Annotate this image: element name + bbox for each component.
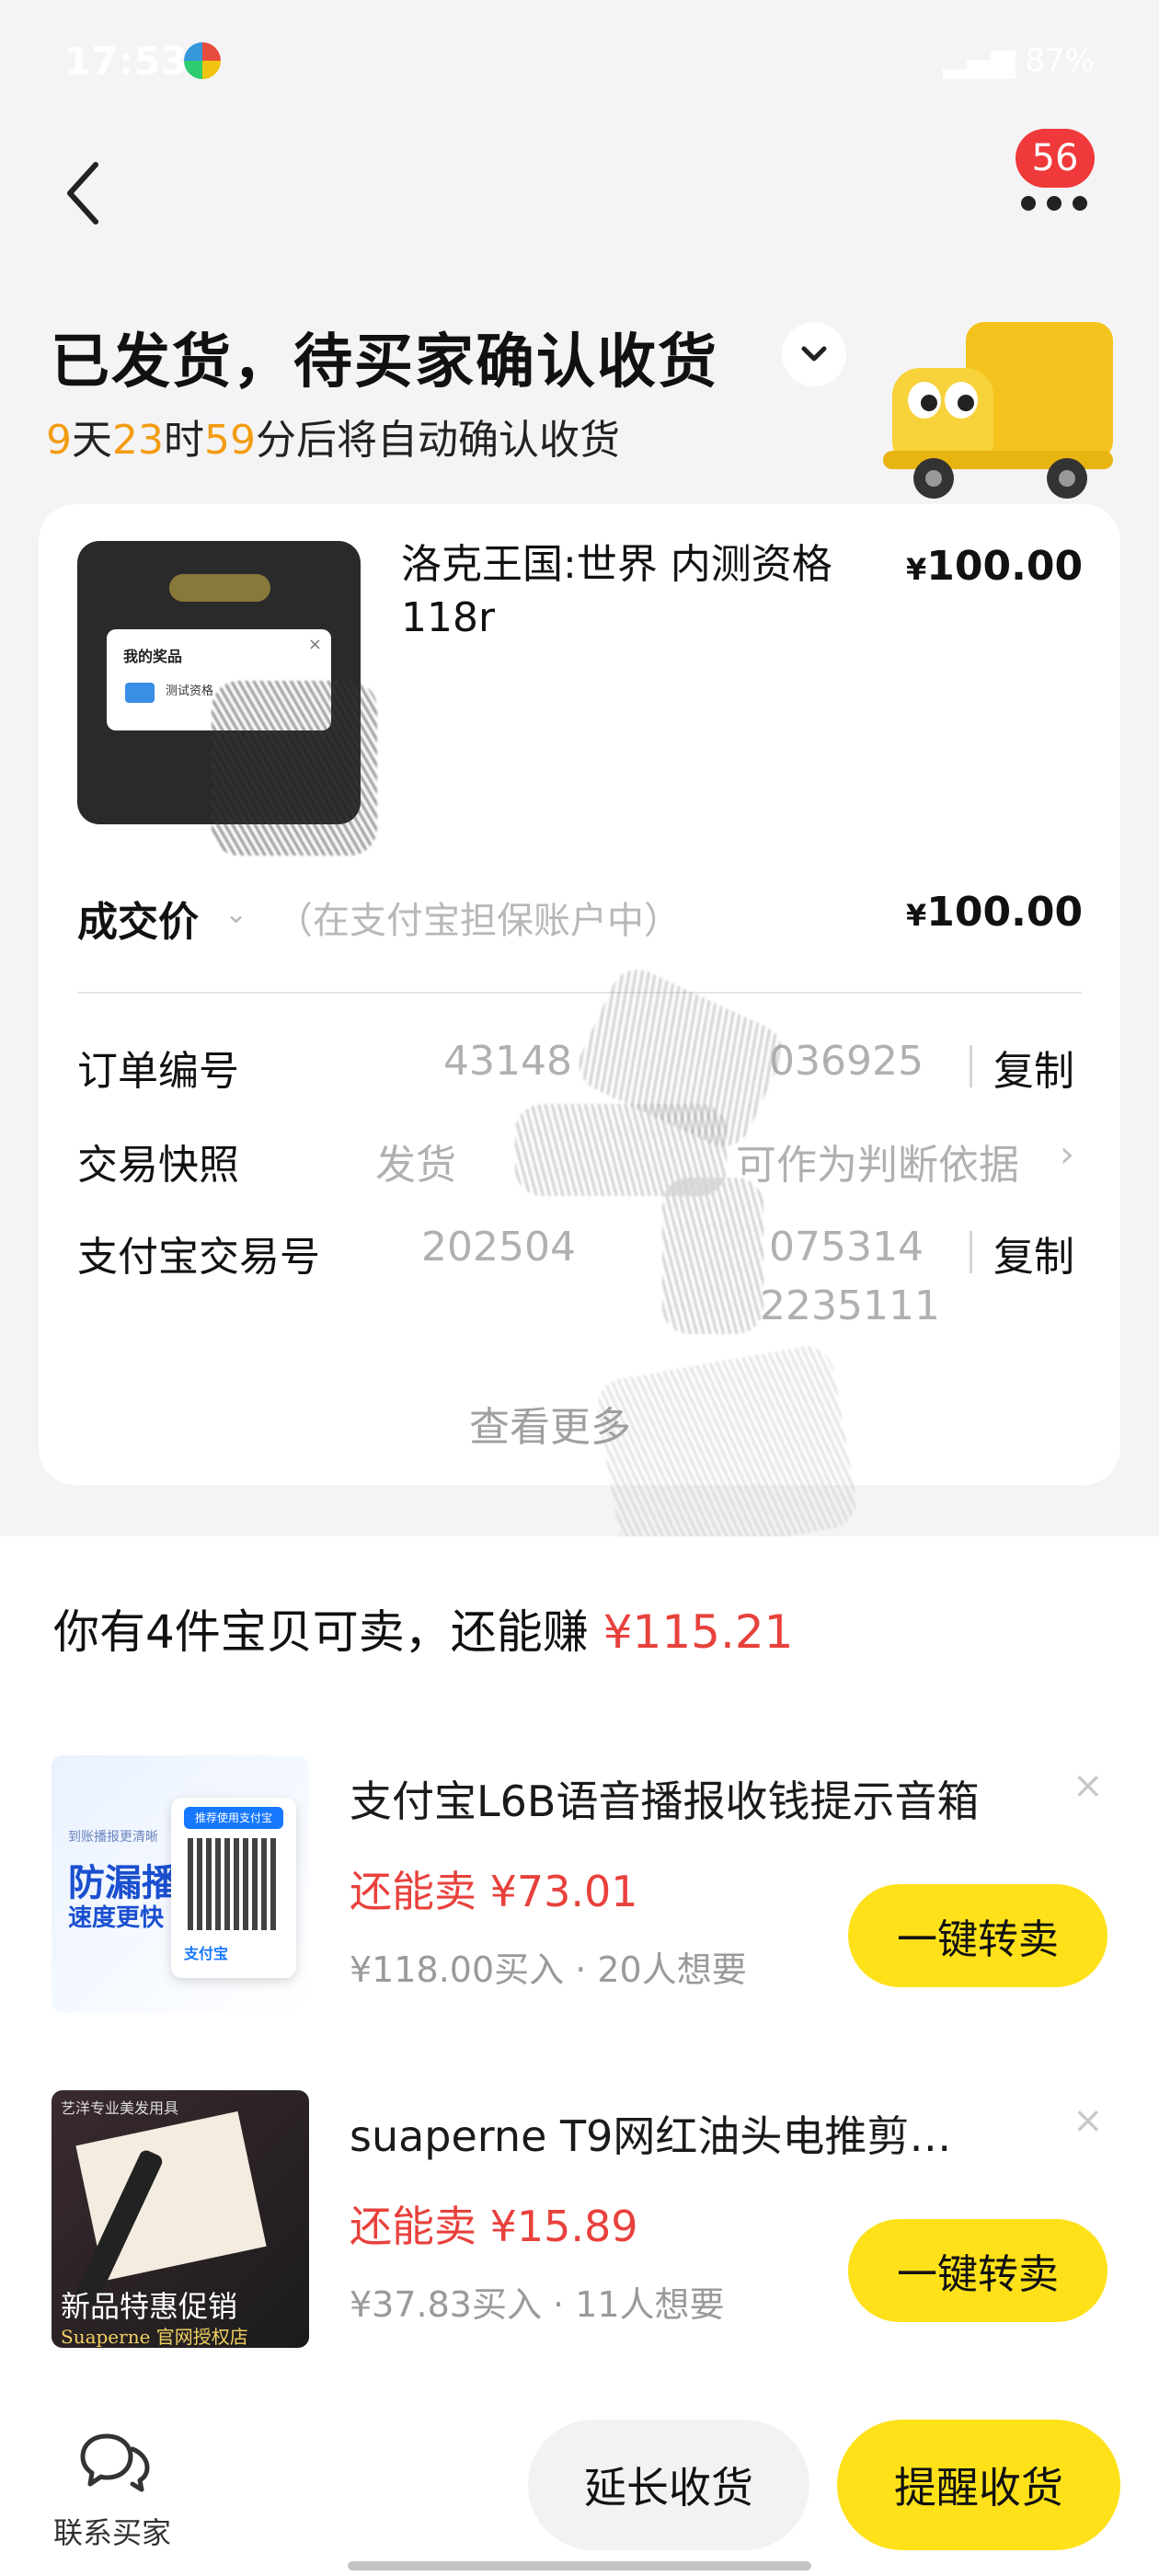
product-name[interactable]: 洛克王国:世界 内测资格118r — [401, 538, 861, 645]
resell-item-title[interactable]: 支付宝L6B语音播报收钱提示音箱 — [350, 1768, 1012, 1829]
status-bar: 17:53 ▂▄▆ 87% — [0, 0, 1159, 124]
separator — [970, 1231, 972, 1273]
alipay-trade-number-line2: 2235111 — [760, 1282, 940, 1329]
back-arrow-icon — [67, 162, 98, 224]
resell-item-meta: ¥37.83买入 · 11人想要 — [350, 2284, 725, 2325]
signal-icon: ▂▄▆ — [943, 42, 1026, 79]
resell-item-price: 还能卖 ¥15.89 — [350, 2202, 638, 2251]
chat-bubble-icon — [80, 2433, 150, 2492]
battery-indicator: ▂▄▆ 87% — [943, 42, 1095, 79]
resell-item-thumbnail[interactable]: 艺洋专业美发用具 新品特惠促销 Suaperne 官网授权店 — [52, 2090, 309, 2348]
status-expand-button[interactable] — [782, 322, 846, 386]
copy-alipay-number-button[interactable]: 复制 — [993, 1224, 1074, 1282]
product-price: ¥100.00 — [906, 543, 1084, 590]
dismiss-close-icon[interactable]: × — [1073, 2099, 1104, 2142]
redaction-mark — [592, 1341, 861, 1566]
deal-price-label[interactable]: 成交价 — [77, 889, 199, 948]
resell-item-meta: ¥118.00买入 · 20人想要 — [350, 1949, 747, 1990]
contact-buyer-button[interactable]: 联系买家 — [50, 2429, 188, 2550]
thumb-caption: 到账播报更清晰 — [68, 1830, 158, 1845]
order-number-value: 43148 — [443, 1038, 572, 1085]
alipay-trade-number-value-tail: 075314 — [769, 1224, 924, 1271]
alipay-trade-number-label: 支付宝交易号 — [77, 1234, 320, 1281]
battery-level: 87% — [1025, 42, 1095, 79]
order-number-label: 订单编号 — [77, 1048, 239, 1095]
thumb-dialog-text: 测试资格 — [166, 684, 214, 698]
divider — [77, 992, 1082, 994]
ticket-icon — [125, 683, 155, 703]
contact-buyer-label: 联系买家 — [53, 2515, 172, 2550]
status-time: 17:53 — [64, 39, 188, 84]
more-dots-icon — [1021, 196, 1087, 211]
qr-code-icon — [188, 1838, 280, 1930]
trade-snapshot-value-tail[interactable]: 可作为判断依据 — [736, 1132, 1019, 1190]
order-number-value-tail: 036925 — [769, 1038, 924, 1085]
speaker-device-image: 推荐使用支付宝 支付宝 — [171, 1798, 296, 1978]
chevron-right-icon[interactable]: › — [1060, 1133, 1074, 1176]
thumb-dialog-title: 我的奖品 — [123, 648, 183, 665]
home-indicator[interactable] — [348, 2561, 811, 2570]
copy-order-number-button[interactable]: 复制 — [993, 1038, 1074, 1097]
extend-receipt-button[interactable]: 延长收货 — [528, 2420, 809, 2550]
app-notification-icon — [184, 42, 221, 79]
thumb-claim-button — [169, 574, 270, 602]
thumb-promo: 新品特惠促销 — [61, 2289, 238, 2324]
resell-item-title[interactable]: suaperne T9网红油头电推剪… — [350, 2103, 1012, 2164]
thumb-subline: 速度更快 — [68, 1904, 165, 1932]
thumb-device-foot: 支付宝 — [184, 1945, 229, 1962]
trade-snapshot-label: 交易快照 — [77, 1142, 239, 1189]
escrow-note: （在支付宝担保账户中） — [276, 900, 681, 942]
trade-snapshot-value[interactable]: 发货 — [375, 1132, 456, 1190]
thumb-close-icon: × — [307, 635, 322, 654]
message-count-badge: 56 — [1016, 129, 1095, 188]
chevron-down-icon — [801, 346, 827, 362]
thumb-shop: Suaperne 官网授权店 — [61, 2326, 248, 2348]
resell-item-thumbnail[interactable]: 到账播报更清晰 防漏播 速度更快 推荐使用支付宝 支付宝 — [52, 1755, 309, 2013]
deal-chevron-down-icon[interactable]: ⌄ — [224, 898, 247, 930]
deal-price: ¥100.00 — [906, 889, 1084, 936]
quick-resell-button[interactable]: 一键转卖 — [848, 2219, 1107, 2322]
thumb-caption: 艺洋专业美发用具 — [61, 2099, 179, 2117]
separator — [970, 1045, 972, 1087]
resell-heading: 你有4件宝贝可卖，还能赚 ¥115.21 — [53, 1605, 794, 1659]
redaction-mark — [212, 681, 377, 856]
delivery-truck-illustration — [883, 322, 1113, 499]
redaction-mark — [662, 1178, 763, 1334]
dismiss-close-icon[interactable]: × — [1073, 1765, 1104, 1807]
resell-item-price: 还能卖 ¥73.01 — [350, 1867, 638, 1916]
remind-receipt-button[interactable]: 提醒收货 — [837, 2420, 1120, 2550]
order-status-title: 已发货，待买家确认收货 — [51, 328, 718, 397]
auto-confirm-countdown: 9天23时59分后将自动确认收货 — [46, 417, 620, 464]
thumb-device-head: 推荐使用支付宝 — [184, 1807, 283, 1829]
back-button[interactable] — [55, 156, 110, 230]
quick-resell-button[interactable]: 一键转卖 — [848, 1884, 1107, 1987]
alipay-trade-number-value: 202504 — [421, 1224, 576, 1271]
